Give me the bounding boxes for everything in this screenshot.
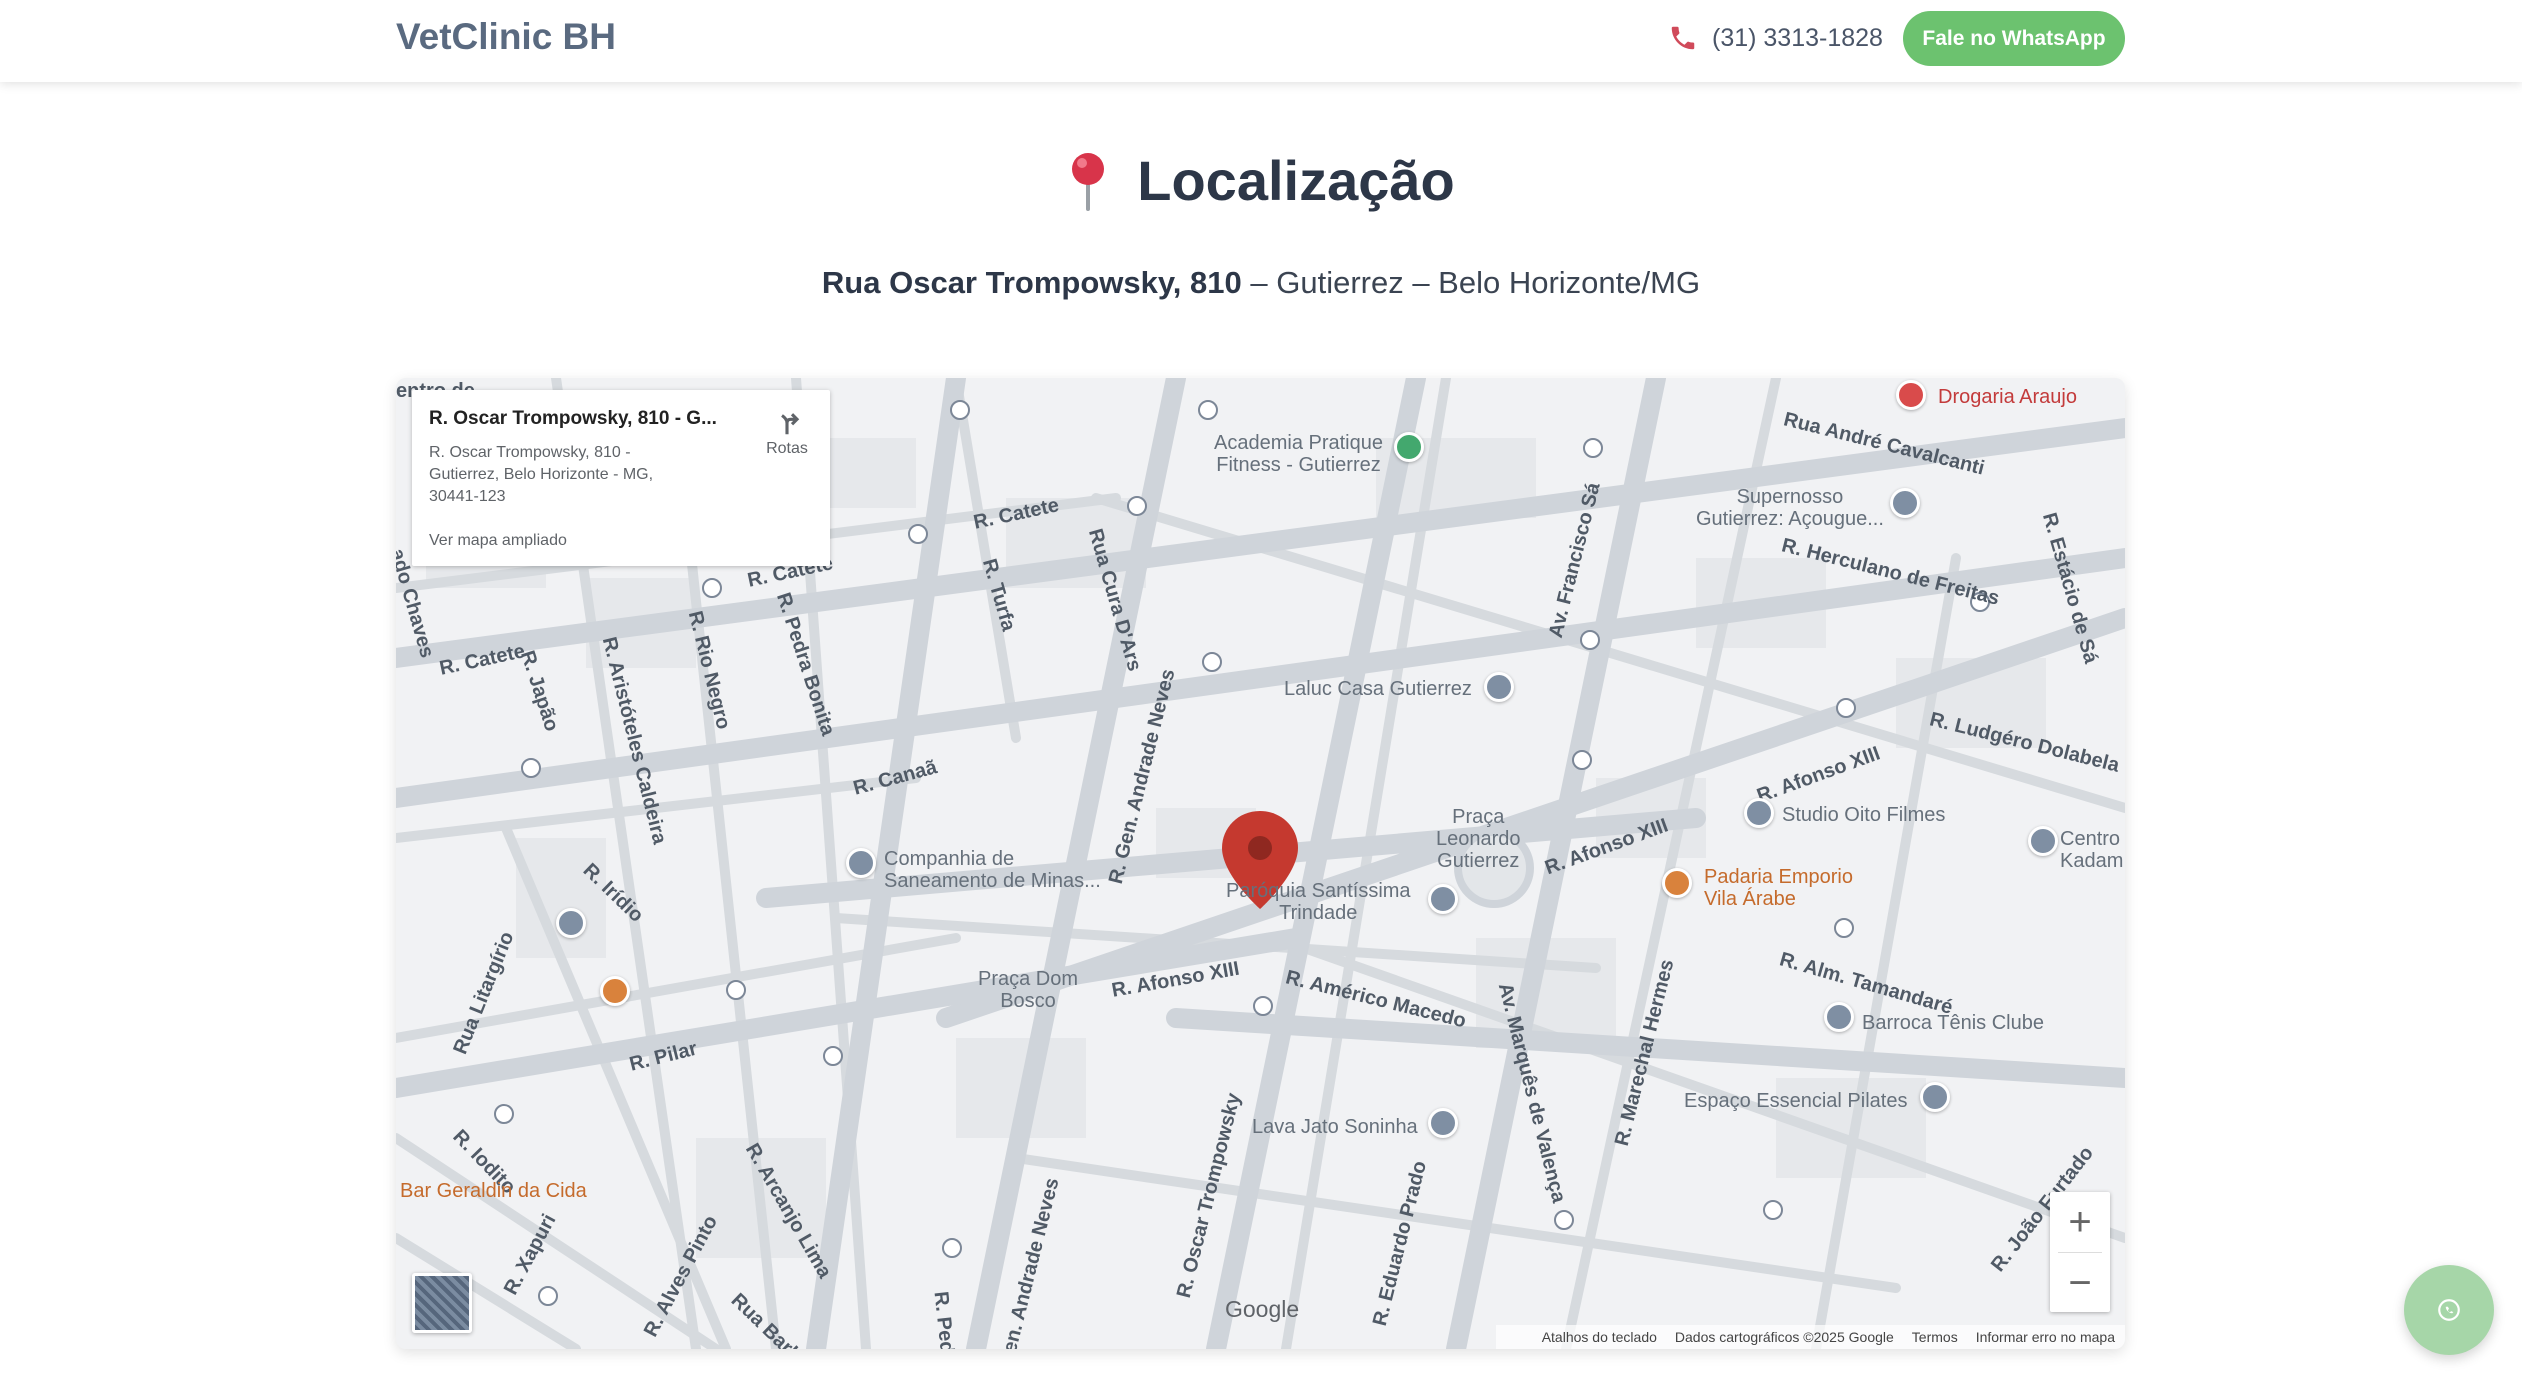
map-data-credit: Dados cartográficos ©2025 Google	[1674, 1329, 1894, 1345]
directions-icon	[781, 413, 800, 435]
place-info-card: R. Oscar Trompowsky, 810 - G... R. Oscar…	[412, 390, 830, 566]
bus-stop-icon	[726, 980, 746, 1000]
poi-paroquia[interactable]: Paróquia Santíssima Trindade	[1226, 880, 1411, 924]
site-header: VetClinic BH (31) 3313-1828 Fale no What…	[0, 0, 2522, 82]
address-district: – Gutierrez – Belo Horizonte/MG	[1241, 265, 1701, 300]
google-logo: Google	[1225, 1296, 1300, 1322]
school-pin-icon[interactable]	[556, 908, 586, 938]
place-address: R. Oscar Trompowsky, 810 - Gutierrez, Be…	[429, 444, 654, 505]
poi-barroca[interactable]: Barroca Tênis Clube	[1862, 1012, 2044, 1034]
shopping-cart-pin-icon[interactable]	[1890, 488, 1920, 518]
round-pushpin-icon	[1072, 152, 1105, 211]
phone-icon	[1671, 26, 1695, 50]
bus-stop-icon	[950, 400, 970, 420]
brand-logo[interactable]: VetClinic BH	[396, 14, 616, 60]
zoom-out-button[interactable]: −	[2050, 1253, 2110, 1313]
poi-padaria[interactable]: Padaria Emporio Vila Árabe	[1704, 866, 1853, 910]
embedded-map[interactable]: entro de R. Catete R. Catete R. Catete R…	[396, 378, 2125, 1349]
bus-stop-icon	[1202, 652, 1222, 672]
report-error-link[interactable]: Informar erro no mapa	[1976, 1329, 2115, 1345]
bus-stop-icon	[823, 1046, 843, 1066]
poi-copasa[interactable]: Companhia de Saneamento de Minas...	[884, 848, 1101, 892]
directions-button[interactable]: Rotas	[760, 408, 814, 458]
poi-academia[interactable]: Academia Pratique Fitness - Gutierrez	[1214, 432, 1383, 476]
zoom-controls: + −	[2050, 1192, 2110, 1312]
bus-stop-icon	[908, 524, 928, 544]
bus-stop-icon	[1580, 630, 1600, 650]
poi-supernosso[interactable]: Supernosso Gutierrez: Açougue...	[1696, 486, 1884, 530]
page-title: Localização	[1137, 149, 1455, 212]
poi-espaco[interactable]: Espaço Essencial Pilates	[1684, 1090, 1907, 1112]
bus-stop-icon	[1834, 918, 1854, 938]
restaurant-pin-icon[interactable]	[1662, 868, 1692, 898]
bus-stop-icon	[1554, 1210, 1574, 1230]
utility-pin-icon[interactable]	[846, 848, 876, 878]
bus-stop-icon	[1836, 698, 1856, 718]
phone-number[interactable]: (31) 3313-1828	[1712, 24, 1883, 53]
bus-stop-icon	[538, 1286, 558, 1306]
place-title: R. Oscar Trompowsky, 810 - G...	[429, 408, 717, 429]
keyboard-shortcuts-link[interactable]: Atalhos do teclado	[1542, 1329, 1657, 1345]
fitness-pin-icon[interactable]	[1920, 1082, 1950, 1112]
bus-stop-icon	[1583, 438, 1603, 458]
poi-laluc[interactable]: Laluc Casa Gutierrez	[1284, 678, 1472, 700]
restaurant-pin-icon[interactable]	[600, 976, 630, 1006]
bus-stop-icon	[494, 1104, 514, 1124]
poi-drogaria[interactable]: Drogaria Araujo	[1938, 386, 2077, 408]
phone-contact[interactable]: (31) 3313-1828	[1668, 18, 1883, 58]
satellite-toggle[interactable]	[412, 1273, 472, 1333]
terms-link[interactable]: Termos	[1912, 1329, 1958, 1345]
poi-studio[interactable]: Studio Oito Filmes	[1782, 804, 1945, 826]
zoom-in-button[interactable]: +	[2050, 1192, 2110, 1252]
bus-stop-icon	[521, 758, 541, 778]
film-studio-pin-icon[interactable]	[1744, 798, 1774, 828]
tennis-pin-icon[interactable]	[1824, 1002, 1854, 1032]
map-attribution: Atalhos do teclado Dados cartográficos ©…	[1496, 1325, 2125, 1349]
pharmacy-pin-icon[interactable]	[1896, 380, 1926, 410]
carwash-pin-icon[interactable]	[1428, 1108, 1458, 1138]
address-line: Rua Oscar Trompowsky, 810 – Gutierrez – …	[0, 265, 2522, 301]
view-larger-map-link[interactable]: Ver mapa ampliado	[429, 532, 567, 550]
wellness-pin-icon[interactable]	[2028, 826, 2058, 856]
poi-centro-kadam[interactable]: Centro Kadam	[2060, 828, 2123, 872]
directions-label: Rotas	[766, 440, 808, 457]
bus-stop-icon	[1763, 1200, 1783, 1220]
poi-bar[interactable]: Bar Geraldin da Cida	[400, 1180, 587, 1202]
whatsapp-button[interactable]: Fale no WhatsApp	[1903, 11, 2125, 66]
shop-pin-icon[interactable]	[1484, 672, 1514, 702]
bus-stop-icon	[942, 1238, 962, 1258]
gym-pin-icon[interactable]	[1394, 432, 1424, 462]
poi-praca-dom[interactable]: Praça Dom Bosco	[978, 968, 1078, 1012]
poi-lava-jato[interactable]: Lava Jato Soninha	[1252, 1116, 1418, 1138]
location-heading: Localização	[0, 148, 2522, 213]
church-pin-icon[interactable]	[1428, 884, 1458, 914]
bus-stop-icon	[1198, 400, 1218, 420]
poi-praca-leonardo[interactable]: Praça Leonardo Gutierrez	[1436, 806, 1521, 872]
bus-stop-icon	[1253, 996, 1273, 1016]
floating-whatsapp-button[interactable]	[2404, 1265, 2494, 1355]
bus-stop-icon	[702, 578, 722, 598]
address-street: Rua Oscar Trompowsky, 810	[821, 265, 1242, 300]
bus-stop-icon	[1127, 496, 1147, 516]
whatsapp-icon	[2438, 1299, 2460, 1321]
bus-stop-icon	[1572, 750, 1592, 770]
